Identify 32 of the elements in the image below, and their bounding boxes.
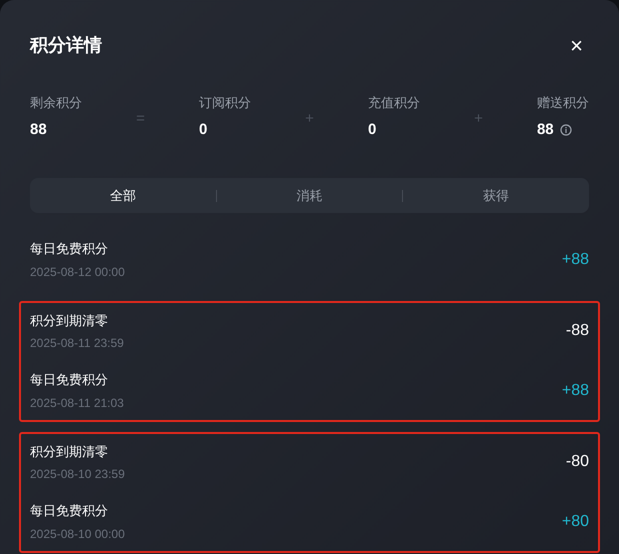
stat-label: 赠送积分 xyxy=(536,94,589,112)
stat-label: 剩余积分 xyxy=(30,94,82,112)
tab[interactable]: 全部 xyxy=(30,186,216,206)
tab[interactable]: 消耗 xyxy=(216,186,402,206)
record-time: 2025-08-11 21:03 xyxy=(30,394,124,412)
record-time: 2025-08-11 23:59 xyxy=(30,335,124,352)
record-title: 每日免费积分 xyxy=(30,240,109,258)
stat-value: 88 xyxy=(536,120,554,140)
record-amount: +88 xyxy=(562,250,589,270)
record-title: 每日免费积分 xyxy=(30,502,109,520)
record-title: 积分到期清零 xyxy=(30,442,109,460)
operator-sign: = xyxy=(136,108,145,129)
record-title: 积分到期清零 xyxy=(30,312,109,330)
close-button[interactable]: × xyxy=(570,34,583,56)
record-amount: -80 xyxy=(566,452,589,472)
record-time: 2025-08-12 00:00 xyxy=(30,264,125,280)
record-amount: -88 xyxy=(566,321,589,342)
dialog-title: 积分详情 xyxy=(30,34,102,57)
record-time: 2025-08-10 23:59 xyxy=(30,466,125,483)
info-icon[interactable] xyxy=(560,124,572,136)
stat-value: 0 xyxy=(368,120,376,140)
tab[interactable]: 获得 xyxy=(403,186,590,206)
stat-label: 充值积分 xyxy=(368,94,420,112)
operator-sign: + xyxy=(474,108,483,129)
record-title: 每日免费积分 xyxy=(30,371,109,389)
record-time: 2025-08-10 00:00 xyxy=(30,526,125,542)
record-amount: +88 xyxy=(562,380,589,401)
stat-value: 0 xyxy=(198,120,208,140)
operator-sign: + xyxy=(305,108,314,129)
stat-label: 订阅积分 xyxy=(198,94,251,112)
record-amount: +80 xyxy=(562,512,589,532)
stat-value: 88 xyxy=(30,120,47,140)
